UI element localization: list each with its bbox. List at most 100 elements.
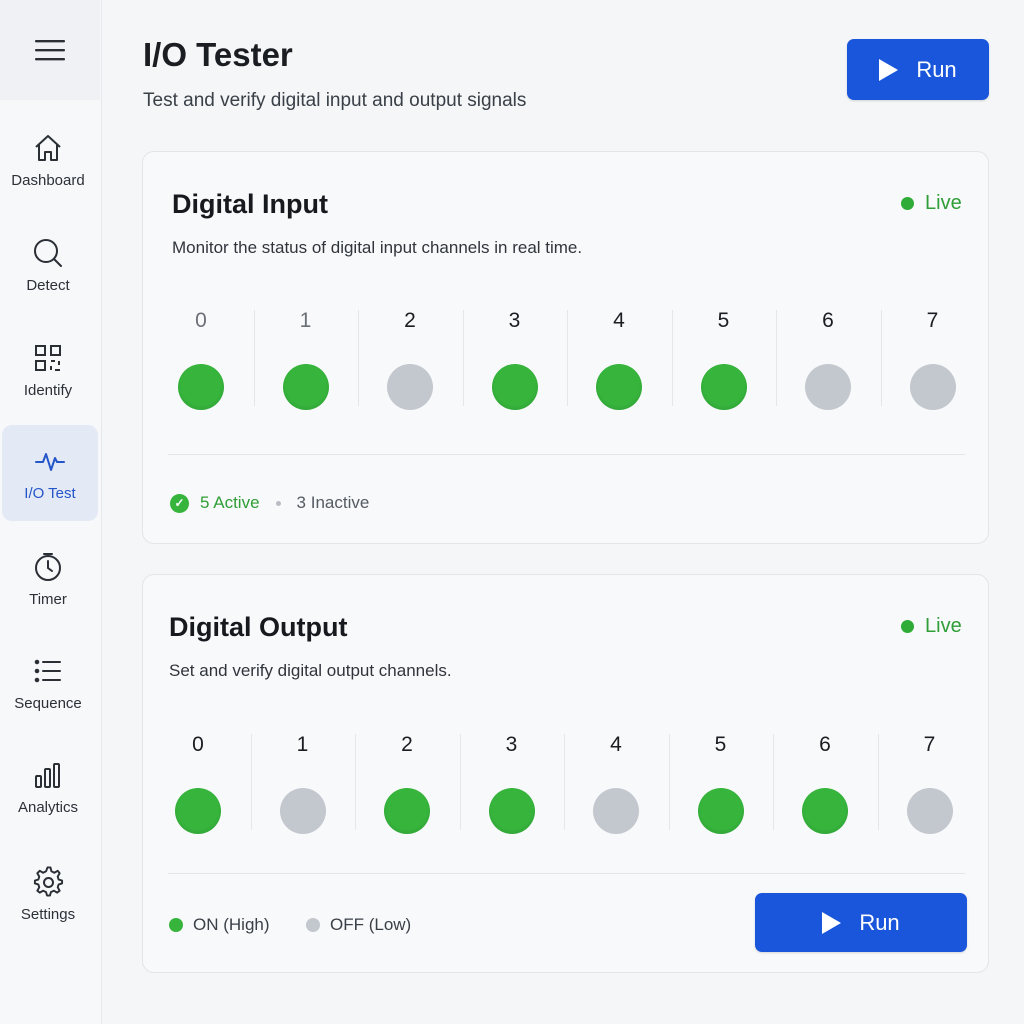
channel-number: 7 (923, 733, 936, 756)
divider (168, 454, 965, 455)
search-icon (32, 237, 64, 269)
channel-2[interactable]: 2 (355, 726, 459, 836)
channel-5[interactable]: 5 (669, 726, 773, 836)
channel-led-off[interactable] (387, 364, 433, 410)
channel-6[interactable]: 6 (773, 726, 877, 836)
channel-led-on[interactable] (178, 364, 224, 410)
channel-led-on[interactable] (175, 788, 221, 834)
channel-led-on[interactable] (488, 788, 535, 834)
channel-led-off[interactable] (593, 788, 639, 834)
legend-off: OFF (Low) (306, 915, 411, 935)
channel-number: 2 (404, 309, 416, 332)
digital-input-card: Digital Input Live Monitor the status of… (142, 151, 989, 544)
sidebar-item-analytics[interactable]: Analytics (0, 739, 96, 835)
channel-number: 7 (926, 309, 939, 332)
home-icon (32, 132, 64, 164)
run-button[interactable]: Run (847, 39, 989, 100)
list-icon (32, 655, 64, 687)
channel-4[interactable]: 4 (564, 726, 668, 836)
channel-led-on[interactable] (596, 364, 642, 410)
sidebar-item-settings[interactable]: Settings (0, 846, 96, 942)
channel-3[interactable]: 3 (463, 302, 567, 412)
channel-number: 3 (508, 309, 521, 332)
channel-number: 0 (195, 309, 207, 332)
channel-1[interactable]: 1 (251, 726, 355, 836)
channel-7[interactable]: 7 (878, 726, 982, 836)
channel-5[interactable]: 5 (672, 302, 776, 412)
channel-number: 1 (299, 309, 312, 332)
channel-1[interactable]: 1 (254, 302, 358, 412)
channel-led-on[interactable] (697, 788, 744, 834)
card-description: Monitor the status of digital input chan… (172, 238, 583, 257)
sidebar-item-label: Timer (29, 590, 67, 608)
channel-0[interactable]: 0 (149, 302, 253, 412)
live-status: Live (901, 615, 962, 638)
channel-led-on[interactable] (282, 364, 329, 410)
channel-led-off[interactable] (279, 788, 326, 834)
channel-led-off[interactable] (906, 788, 953, 834)
sidebar-item-sequence[interactable]: Sequence (0, 635, 96, 731)
run-output-button[interactable]: Run (755, 893, 967, 952)
sidebar-item-label: Settings (20, 905, 76, 923)
legend-on-label: ON (High) (193, 915, 270, 934)
play-icon (822, 911, 842, 934)
sidebar-item-timer[interactable]: Timer (0, 531, 96, 627)
pulse-icon (34, 445, 66, 477)
channel-4[interactable]: 4 (567, 302, 671, 412)
sidebar-item-dashboard[interactable]: Dashboard (0, 112, 96, 208)
live-label: Live (925, 192, 962, 214)
channel-number: 5 (717, 309, 730, 332)
channel-led-on[interactable] (700, 364, 747, 410)
channel-number: 6 (819, 733, 831, 756)
qr-code-icon (32, 342, 64, 374)
channel-led-off[interactable] (909, 364, 956, 410)
sidebar-item-label: Detect (26, 276, 70, 294)
channel-6[interactable]: 6 (776, 302, 880, 412)
live-label: Live (925, 615, 962, 637)
channel-number: 5 (714, 733, 727, 756)
hamburger-icon (35, 40, 65, 61)
live-dot-icon (901, 620, 914, 633)
bar-chart-icon (32, 759, 64, 791)
run-button-label: Run (859, 909, 900, 935)
check-icon: ✓ (170, 493, 189, 513)
live-status: Live (901, 192, 962, 215)
separator-dot (275, 500, 281, 506)
channel-number: 0 (192, 733, 204, 756)
active-count: 5 Active (200, 493, 260, 512)
channel-2[interactable]: 2 (358, 302, 462, 412)
channel-led-on[interactable] (802, 788, 848, 834)
channel-number: 1 (296, 733, 309, 756)
play-icon (879, 58, 899, 81)
channel-number: 4 (613, 309, 625, 332)
inactive-count: 3 Inactive (296, 493, 370, 512)
channel-number: 4 (610, 733, 622, 756)
channel-led-on[interactable] (384, 788, 430, 834)
off-dot-icon (306, 918, 320, 932)
channel-led-on[interactable] (491, 364, 538, 410)
live-dot-icon (901, 197, 914, 210)
sidebar-item-label: Sequence (14, 694, 82, 712)
card-title: Digital Input (172, 189, 328, 219)
sidebar-item-io-test[interactable]: I/O Test (2, 425, 98, 521)
clock-icon (32, 551, 64, 583)
sidebar-item-label: Dashboard (11, 171, 85, 189)
channel-led-off[interactable] (805, 364, 851, 410)
channel-summary: ✓ 5 Active 3 Inactive (170, 493, 369, 513)
sidebar-item-identify[interactable]: Identify (0, 322, 96, 418)
channel-3[interactable]: 3 (460, 726, 564, 836)
page-title: I/O Tester (143, 36, 293, 73)
menu-button[interactable] (0, 0, 100, 100)
divider (168, 873, 965, 874)
channel-7[interactable]: 7 (881, 302, 985, 412)
card-description: Set and verify digital output channels. (169, 661, 452, 680)
channel-number: 2 (401, 733, 413, 756)
page-subtitle: Test and verify digital input and output… (143, 90, 527, 111)
sidebar-item-detect[interactable]: Detect (0, 217, 96, 313)
sidebar: Dashboard Detect Identify I/O Test Timer… (0, 0, 102, 1024)
channel-0[interactable]: 0 (146, 726, 250, 836)
legend-on: ON (High) (169, 915, 270, 935)
channel-number: 6 (822, 309, 834, 332)
run-button-label: Run (916, 56, 957, 82)
channel-number: 3 (505, 733, 518, 756)
